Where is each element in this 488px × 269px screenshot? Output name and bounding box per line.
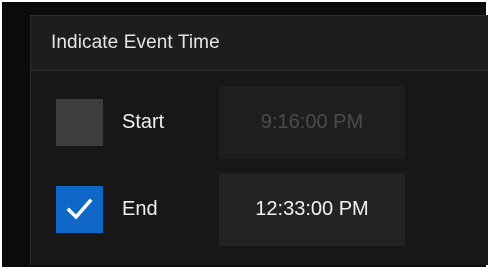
start-time-field[interactable]: 9:16:00 PM xyxy=(219,86,405,159)
checkmark-icon xyxy=(66,198,93,220)
start-label: Start xyxy=(122,111,165,133)
start-row: Start 9:16:00 PM xyxy=(31,86,488,159)
panel-title: Indicate Event Time xyxy=(51,32,220,53)
end-row: End 12:33:00 PM xyxy=(31,173,488,246)
start-checkbox[interactable] xyxy=(56,99,103,146)
event-time-panel: Indicate Event Time Start 9:16:00 PM End… xyxy=(30,15,488,265)
end-time-field[interactable]: 12:33:00 PM xyxy=(219,173,405,246)
end-checkbox[interactable] xyxy=(56,186,103,233)
end-label: End xyxy=(122,198,158,220)
panel-header: Indicate Event Time xyxy=(31,16,488,71)
